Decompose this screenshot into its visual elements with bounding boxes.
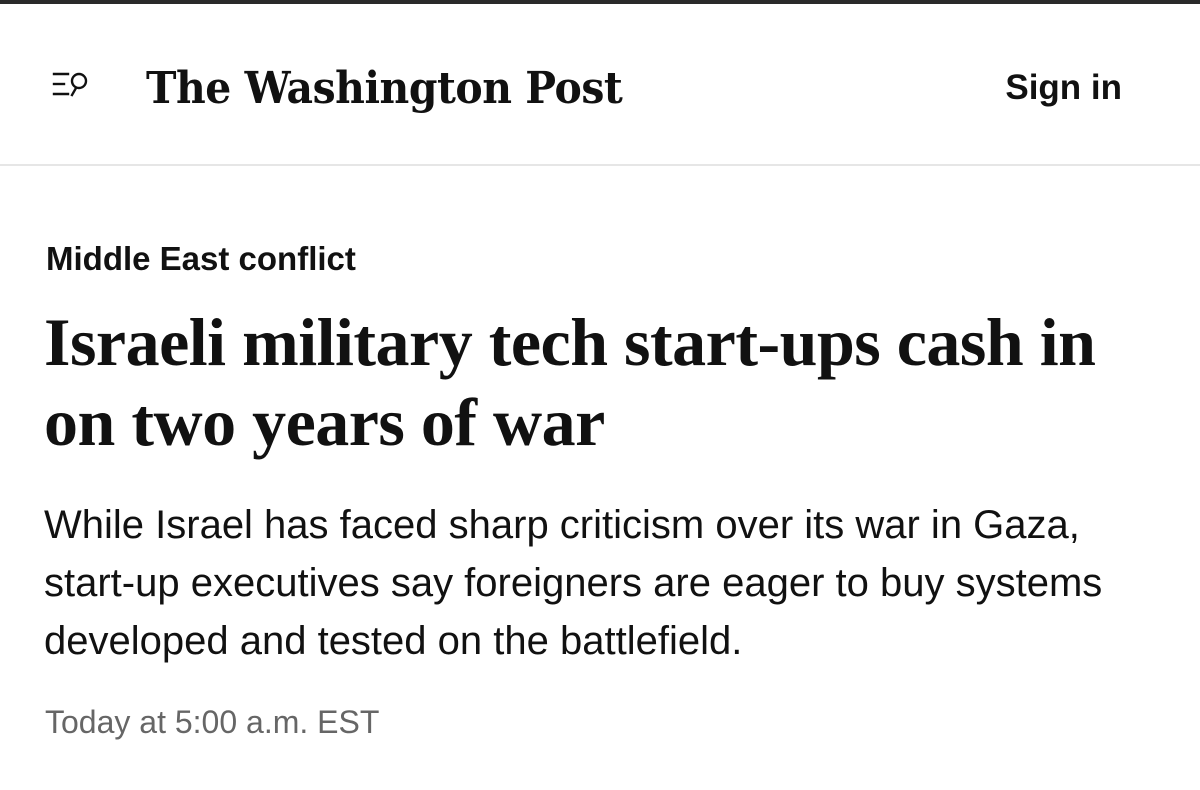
menu-search-button[interactable]	[48, 66, 100, 106]
publish-timestamp: Today at 5:00 a.m. EST	[45, 704, 380, 740]
site-logo[interactable]: The Washington Post	[146, 52, 623, 124]
menu-search-icon	[52, 72, 88, 97]
masthead: The Washington Post Sign in	[0, 4, 1200, 166]
section-kicker[interactable]: Middle East conflict	[46, 238, 356, 280]
article-headline[interactable]: Israeli military tech start-ups cash in …	[44, 302, 1144, 462]
article-dek: While Israel has faced sharp criticism o…	[44, 503, 1103, 663]
sign-in-link[interactable]: Sign in	[1005, 66, 1122, 110]
